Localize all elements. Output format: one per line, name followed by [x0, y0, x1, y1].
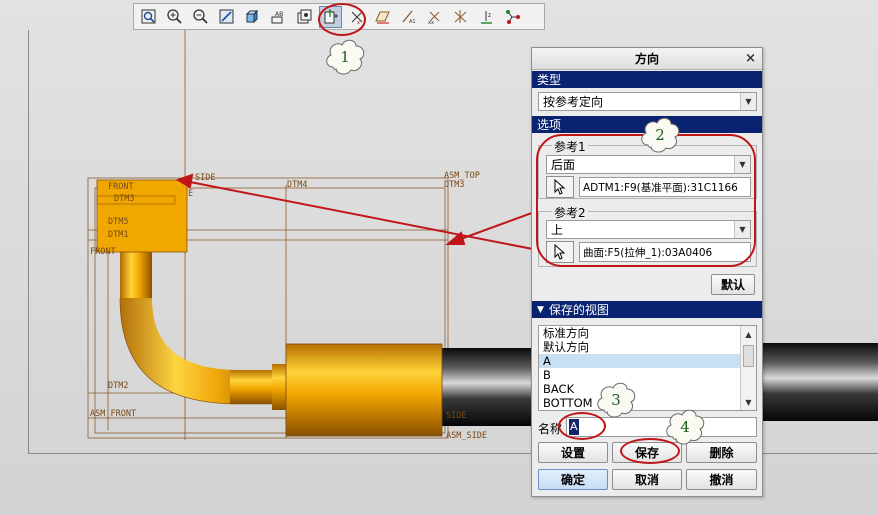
svg-text:z: z	[488, 12, 491, 19]
dialog-titlebar[interactable]: 方向 ×	[532, 48, 762, 70]
dialog-title: 方向	[634, 52, 659, 66]
list-item-selected[interactable]: A	[539, 354, 756, 368]
datum-label: DTM1	[108, 230, 129, 240]
callout-4: 4	[663, 407, 707, 447]
saved-views-list[interactable]: 标准方向 默认方向 A B BACK BOTTOM ▲ ▼	[538, 325, 757, 411]
datum-label: DTM2	[108, 381, 129, 391]
scroll-up-icon[interactable]: ▲	[741, 327, 756, 341]
chevron-down-icon[interactable]: ▼	[740, 93, 756, 110]
datum-label: ASM_FRONT	[90, 409, 137, 419]
csys-display-icon[interactable]	[449, 6, 472, 28]
saved-views-title: 保存的视图	[548, 303, 609, 317]
callout-2: 2	[638, 115, 682, 155]
datum-label: DTM3	[114, 194, 135, 204]
highlight-ring	[318, 3, 366, 36]
callout-number: 2	[655, 126, 665, 144]
point-display-icon[interactable]: xx	[423, 6, 446, 28]
datum-label: SIDE	[446, 411, 467, 421]
list-item[interactable]: B	[539, 368, 756, 382]
callout-3: 3	[594, 380, 638, 420]
list-scrollbar[interactable]: ▲ ▼	[740, 326, 756, 410]
callout-number: 3	[611, 391, 621, 409]
set-button[interactable]: 设置	[538, 442, 608, 463]
datum-label: FRONT	[90, 247, 116, 257]
datum-label: FRONT	[108, 182, 134, 192]
svg-text:xx: xx	[428, 20, 434, 25]
list-item[interactable]: BACK	[539, 382, 756, 396]
callout-number: 1	[340, 48, 350, 66]
shading-icon[interactable]	[241, 6, 264, 28]
scroll-down-icon[interactable]: ▼	[741, 395, 756, 409]
datum-plane-display-icon[interactable]	[371, 6, 394, 28]
collapse-triangle-icon[interactable]: ▼	[537, 305, 544, 315]
datum-axis-display-icon[interactable]: A1	[397, 6, 420, 28]
repaint-icon[interactable]	[215, 6, 238, 28]
default-button[interactable]: 默认	[711, 274, 755, 295]
zoom-in-icon[interactable]	[163, 6, 186, 28]
type-dropdown[interactable]: 按参考定向 ▼	[538, 92, 757, 111]
datum-label: ASM_SIDE	[446, 431, 487, 441]
hose-right	[760, 343, 878, 421]
annotation-display-icon[interactable]: z	[475, 6, 498, 28]
list-item[interactable]: 默认方向	[539, 340, 756, 354]
datum-label: E	[188, 189, 194, 199]
datum-label: SIDE	[195, 173, 216, 183]
callout-1: 1	[323, 37, 367, 77]
list-item[interactable]: 标准方向	[539, 326, 756, 340]
scrollbar-thumb[interactable]	[743, 345, 754, 367]
saved-views-section-header[interactable]: ▼ 保存的视图	[532, 301, 762, 318]
svg-text:A1: A1	[409, 19, 416, 25]
datum-label: DTM3	[444, 180, 465, 190]
close-icon[interactable]: ×	[745, 51, 756, 66]
callout-number: 4	[680, 418, 690, 436]
cancel-button[interactable]: 取消	[612, 469, 682, 490]
refit-icon[interactable]	[137, 6, 160, 28]
undo-button[interactable]: 撤消	[686, 469, 757, 490]
saved-views-icon[interactable]: AB	[267, 6, 290, 28]
datum-label: DTM5	[108, 217, 129, 227]
ok-button[interactable]: 确定	[538, 469, 608, 490]
type-dropdown-value: 按参考定向	[543, 95, 604, 109]
zoom-out-icon[interactable]	[189, 6, 212, 28]
list-item[interactable]: BOTTOM	[539, 396, 756, 410]
type-section-header: 类型	[532, 71, 762, 88]
orient-icon[interactable]	[293, 6, 316, 28]
datum-label: DTM4	[287, 180, 308, 190]
network-icon[interactable]	[501, 6, 524, 28]
